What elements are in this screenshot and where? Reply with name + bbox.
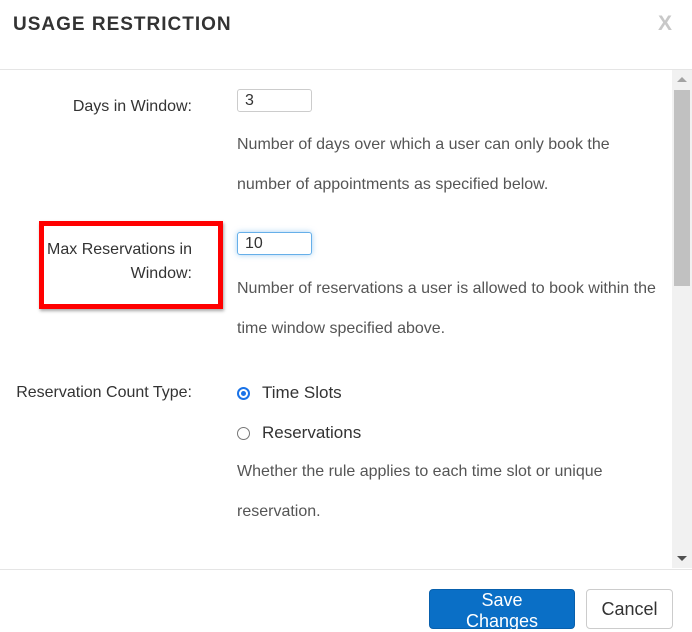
- max-reservations-input[interactable]: [237, 232, 312, 255]
- days-in-window-input[interactable]: [237, 89, 312, 112]
- radio-reservations-label: Reservations: [262, 423, 362, 442]
- radio-reservations[interactable]: Reservations: [237, 423, 361, 443]
- dialog-footer: Save Changes Cancel: [0, 569, 692, 631]
- cancel-button[interactable]: Cancel: [586, 589, 673, 629]
- scroll-up-icon[interactable]: [677, 77, 687, 82]
- save-changes-button[interactable]: Save Changes: [429, 589, 575, 631]
- days-in-window-help: Number of days over which a user can onl…: [237, 136, 610, 193]
- count-type-label: Reservation Count Type:: [16, 384, 192, 401]
- highlight-box: [39, 221, 223, 309]
- radio-unselected-icon[interactable]: [237, 426, 250, 440]
- count-type-help: Whether the rule applies to each time sl…: [237, 463, 603, 520]
- scroll-down-icon[interactable]: [677, 556, 687, 561]
- radio-selected-icon[interactable]: [237, 386, 250, 400]
- scrollbar-thumb[interactable]: [674, 90, 690, 286]
- dialog-header: USAGE RESTRICTION X: [0, 0, 692, 70]
- radio-time-slots-label: Time Slots: [262, 383, 342, 402]
- close-button[interactable]: X: [658, 12, 672, 36]
- radio-time-slots[interactable]: Time Slots: [237, 383, 342, 403]
- days-in-window-label: Days in Window:: [72, 98, 192, 115]
- max-reservations-help: Number of reservations a user is allowed…: [237, 280, 656, 337]
- dialog-body: Days in Window: Number of days over whic…: [0, 70, 672, 568]
- dialog-title: USAGE RESTRICTION: [13, 14, 232, 35]
- scrollbar[interactable]: [672, 70, 692, 568]
